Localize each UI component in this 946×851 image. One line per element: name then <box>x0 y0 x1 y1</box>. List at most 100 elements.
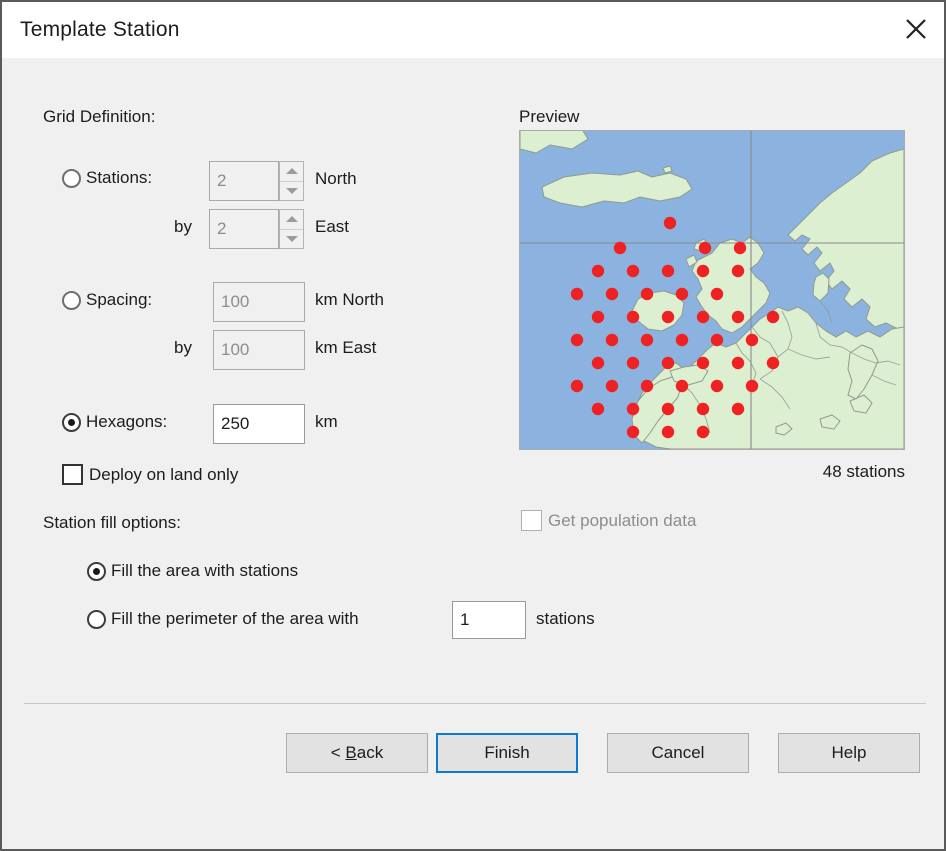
radio-fill-perimeter-label: Fill the perimeter of the area with <box>111 609 359 628</box>
station-dot <box>696 425 710 439</box>
preview-heading: Preview <box>519 107 580 126</box>
station-dot <box>731 264 745 278</box>
stations-east-spinner[interactable] <box>279 209 304 249</box>
radio-stations-label: Stations: <box>86 168 153 187</box>
station-dot <box>661 310 675 324</box>
spinner-up-icon[interactable] <box>280 210 303 229</box>
station-dot <box>710 333 724 347</box>
radio-spacing[interactable]: Spacing: <box>62 290 152 310</box>
cancel-button[interactable]: Cancel <box>607 733 749 773</box>
title-bar: Template Station <box>2 2 944 58</box>
station-fill-options-heading: Station fill options: <box>43 513 181 532</box>
checkbox-deploy-on-land[interactable]: Deploy on land only <box>62 464 238 485</box>
station-dot <box>745 379 759 393</box>
station-dot <box>640 333 654 347</box>
stations-by-label: by <box>174 217 192 236</box>
deploy-on-land-box[interactable] <box>62 464 83 485</box>
radio-fill-area-indicator[interactable] <box>87 561 106 581</box>
spinner-down-icon[interactable] <box>280 180 303 201</box>
spacing-east-input[interactable]: 100 <box>213 330 305 370</box>
station-dot <box>661 356 675 370</box>
station-dot <box>731 310 745 324</box>
finish-button-label: Finish <box>484 743 530 762</box>
station-dot <box>613 241 627 255</box>
radio-fill-perimeter[interactable]: Fill the perimeter of the area with <box>87 609 359 629</box>
station-dot <box>745 333 759 347</box>
stations-north-input[interactable]: 2 <box>209 161 279 201</box>
spacing-by-label: by <box>174 338 192 357</box>
station-dot <box>731 402 745 416</box>
preview-map-svg <box>520 131 904 449</box>
template-station-dialog: Template Station Grid Definition: Statio… <box>0 0 946 851</box>
station-dot <box>626 264 640 278</box>
station-dot <box>570 379 584 393</box>
footer-divider <box>24 703 926 704</box>
stations-east-unit: East <box>315 217 350 236</box>
station-dot <box>605 379 619 393</box>
station-dot <box>640 287 654 301</box>
station-dot <box>591 264 605 278</box>
spacing-north-unit: km North <box>315 290 384 309</box>
station-dot <box>661 402 675 416</box>
station-dot <box>731 356 745 370</box>
station-dot <box>696 264 710 278</box>
close-icon[interactable] <box>890 4 942 54</box>
spinner-down-icon[interactable] <box>280 228 303 249</box>
radio-fill-perimeter-indicator[interactable] <box>87 609 106 629</box>
stations-north-spinner[interactable] <box>279 161 304 201</box>
radio-hexagons[interactable]: Hexagons: <box>62 412 167 432</box>
station-dot <box>640 379 654 393</box>
station-dot <box>698 241 712 255</box>
deploy-on-land-label: Deploy on land only <box>89 464 239 484</box>
station-dot <box>626 425 640 439</box>
spinner-up-icon[interactable] <box>280 162 303 181</box>
perimeter-stations-unit: stations <box>536 609 595 628</box>
radio-hexagons-label: Hexagons: <box>86 412 168 431</box>
stations-north-unit: North <box>315 169 357 188</box>
station-dot <box>766 356 780 370</box>
station-dot <box>591 310 605 324</box>
station-dot <box>626 356 640 370</box>
help-button[interactable]: Help <box>778 733 920 773</box>
window-title: Template Station <box>20 18 180 41</box>
spacing-east-unit: km East <box>315 338 377 357</box>
spacing-north-input[interactable]: 100 <box>213 282 305 322</box>
station-dot <box>696 310 710 324</box>
radio-spacing-label: Spacing: <box>86 290 153 309</box>
station-dot <box>570 287 584 301</box>
radio-hexagons-indicator[interactable] <box>62 412 81 432</box>
checkbox-get-population-data: Get population data <box>521 510 696 531</box>
stations-count-label: 48 stations <box>822 462 905 481</box>
radio-stations-indicator[interactable] <box>62 168 81 188</box>
station-dot <box>675 379 689 393</box>
station-dot <box>733 241 747 255</box>
radio-fill-area-label: Fill the area with stations <box>111 561 299 580</box>
station-dot <box>591 356 605 370</box>
help-button-label: Help <box>831 743 867 762</box>
station-dot <box>710 287 724 301</box>
hexagons-size-input[interactable]: 250 <box>213 404 305 444</box>
finish-button[interactable]: Finish <box>436 733 578 773</box>
station-dot <box>661 425 675 439</box>
radio-fill-area[interactable]: Fill the area with stations <box>87 561 298 581</box>
station-dot <box>710 379 724 393</box>
station-dot <box>591 402 605 416</box>
station-dot <box>663 216 677 230</box>
back-button-label: < Back <box>330 743 384 762</box>
preview-map <box>519 130 905 450</box>
station-dot <box>675 333 689 347</box>
station-dot <box>626 402 640 416</box>
dialog-body: Grid Definition: Stations: 2 North by 2 … <box>2 58 944 849</box>
station-dot <box>570 333 584 347</box>
get-population-data-box <box>521 510 542 531</box>
stations-east-input[interactable]: 2 <box>209 209 279 249</box>
station-dot <box>605 287 619 301</box>
station-dot <box>696 356 710 370</box>
station-dot <box>626 310 640 324</box>
station-dot <box>766 310 780 324</box>
radio-spacing-indicator[interactable] <box>62 290 81 310</box>
perimeter-stations-input[interactable]: 1 <box>452 601 526 639</box>
station-dot <box>696 402 710 416</box>
radio-stations[interactable]: Stations: <box>62 168 152 188</box>
back-button[interactable]: < Back <box>286 733 428 773</box>
